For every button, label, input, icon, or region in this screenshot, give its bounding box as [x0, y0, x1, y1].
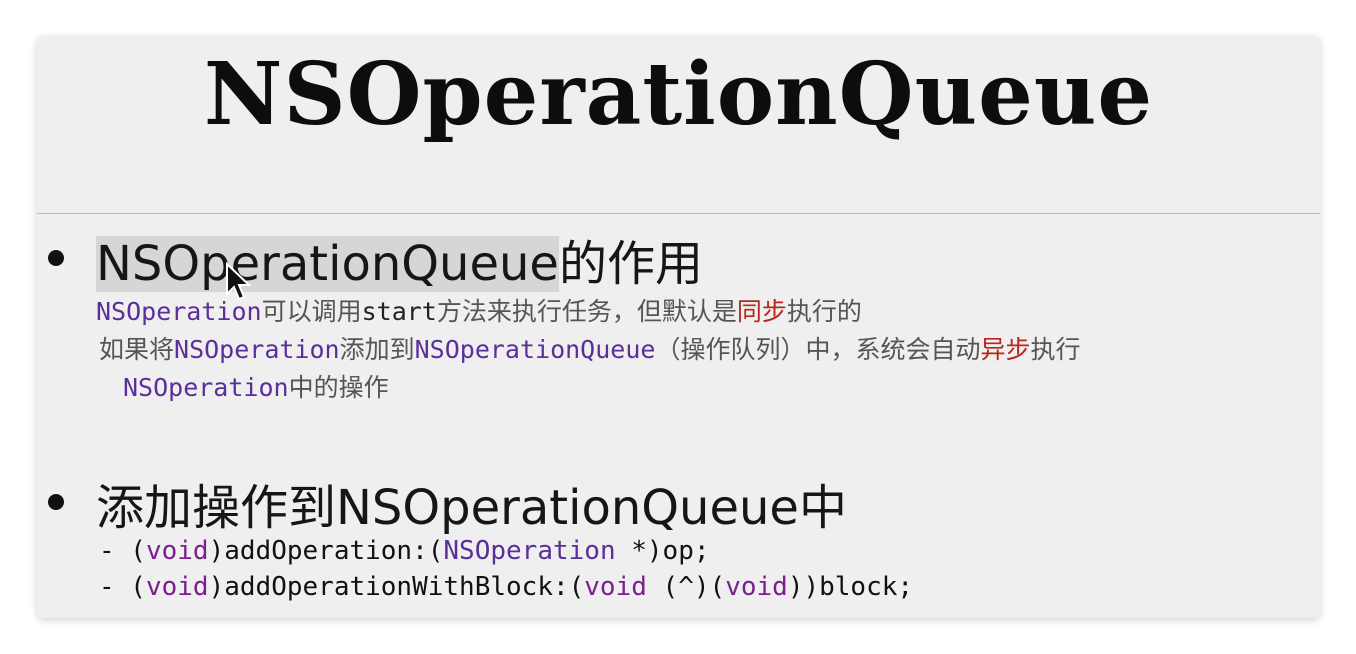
code-text: - (	[99, 572, 146, 602]
section1-line3: NSOperation中的操作	[123, 368, 389, 404]
text: 执行	[1030, 335, 1081, 364]
code-text: )addOperationWithBlock:(	[208, 572, 585, 602]
section1-line2: 如果将NSOperation添加到NSOperationQueue（操作队列）中…	[99, 330, 1080, 366]
code-text: *)op;	[615, 536, 710, 566]
code-text: - (	[99, 536, 146, 566]
class-name: NSOperation	[123, 373, 289, 402]
slide-title: NSOperationQueue	[203, 44, 1154, 145]
code-line-add-operation: - (void)addOperation:(NSOperation *)op;	[99, 536, 710, 566]
bullet-icon	[48, 494, 64, 510]
code-line-add-operation-with-block: - (void)addOperationWithBlock:(void (^)(…	[99, 572, 913, 602]
text: 方法来执行任务，但默认是	[436, 297, 737, 326]
slide: NSOperationQueue NSOperationQueue的作用 NSO…	[37, 36, 1320, 618]
text: 如果将	[99, 335, 175, 364]
code-keyword: void	[145, 572, 209, 602]
text: 执行的	[786, 297, 862, 326]
text: 中的操作	[288, 373, 389, 402]
emphasis-text: 异步	[980, 335, 1031, 364]
heading-highlight: NSOperationQueue	[96, 236, 559, 292]
code-text: ))block;	[787, 572, 914, 602]
heading-rest: 的作用	[558, 236, 703, 292]
code-text: )addOperation:(	[208, 536, 444, 566]
title-divider	[37, 213, 1320, 214]
mouse-pointer-icon	[226, 262, 252, 301]
class-name: NSOperation	[174, 335, 340, 364]
code-text: (^)(	[646, 572, 726, 602]
class-name: NSOperationQueue	[414, 335, 656, 364]
section1-heading: NSOperationQueue的作用	[96, 224, 703, 294]
code-class: NSOperation	[443, 536, 616, 566]
text: （操作队列）中，系统会自动	[655, 335, 981, 364]
code-keyword: void	[145, 536, 209, 566]
text: 可以调用	[261, 297, 362, 326]
section2-heading: 添加操作到NSOperationQueue中	[96, 480, 847, 536]
code-keyword: void	[584, 572, 647, 602]
section1-line1: NSOperation可以调用start方法来执行任务，但默认是同步执行的	[96, 292, 862, 328]
code-keyword: void	[725, 572, 788, 602]
method-name: start	[361, 297, 437, 326]
bullet-icon	[48, 250, 64, 266]
emphasis-text: 同步	[736, 297, 787, 326]
text: 添加到	[339, 335, 415, 364]
